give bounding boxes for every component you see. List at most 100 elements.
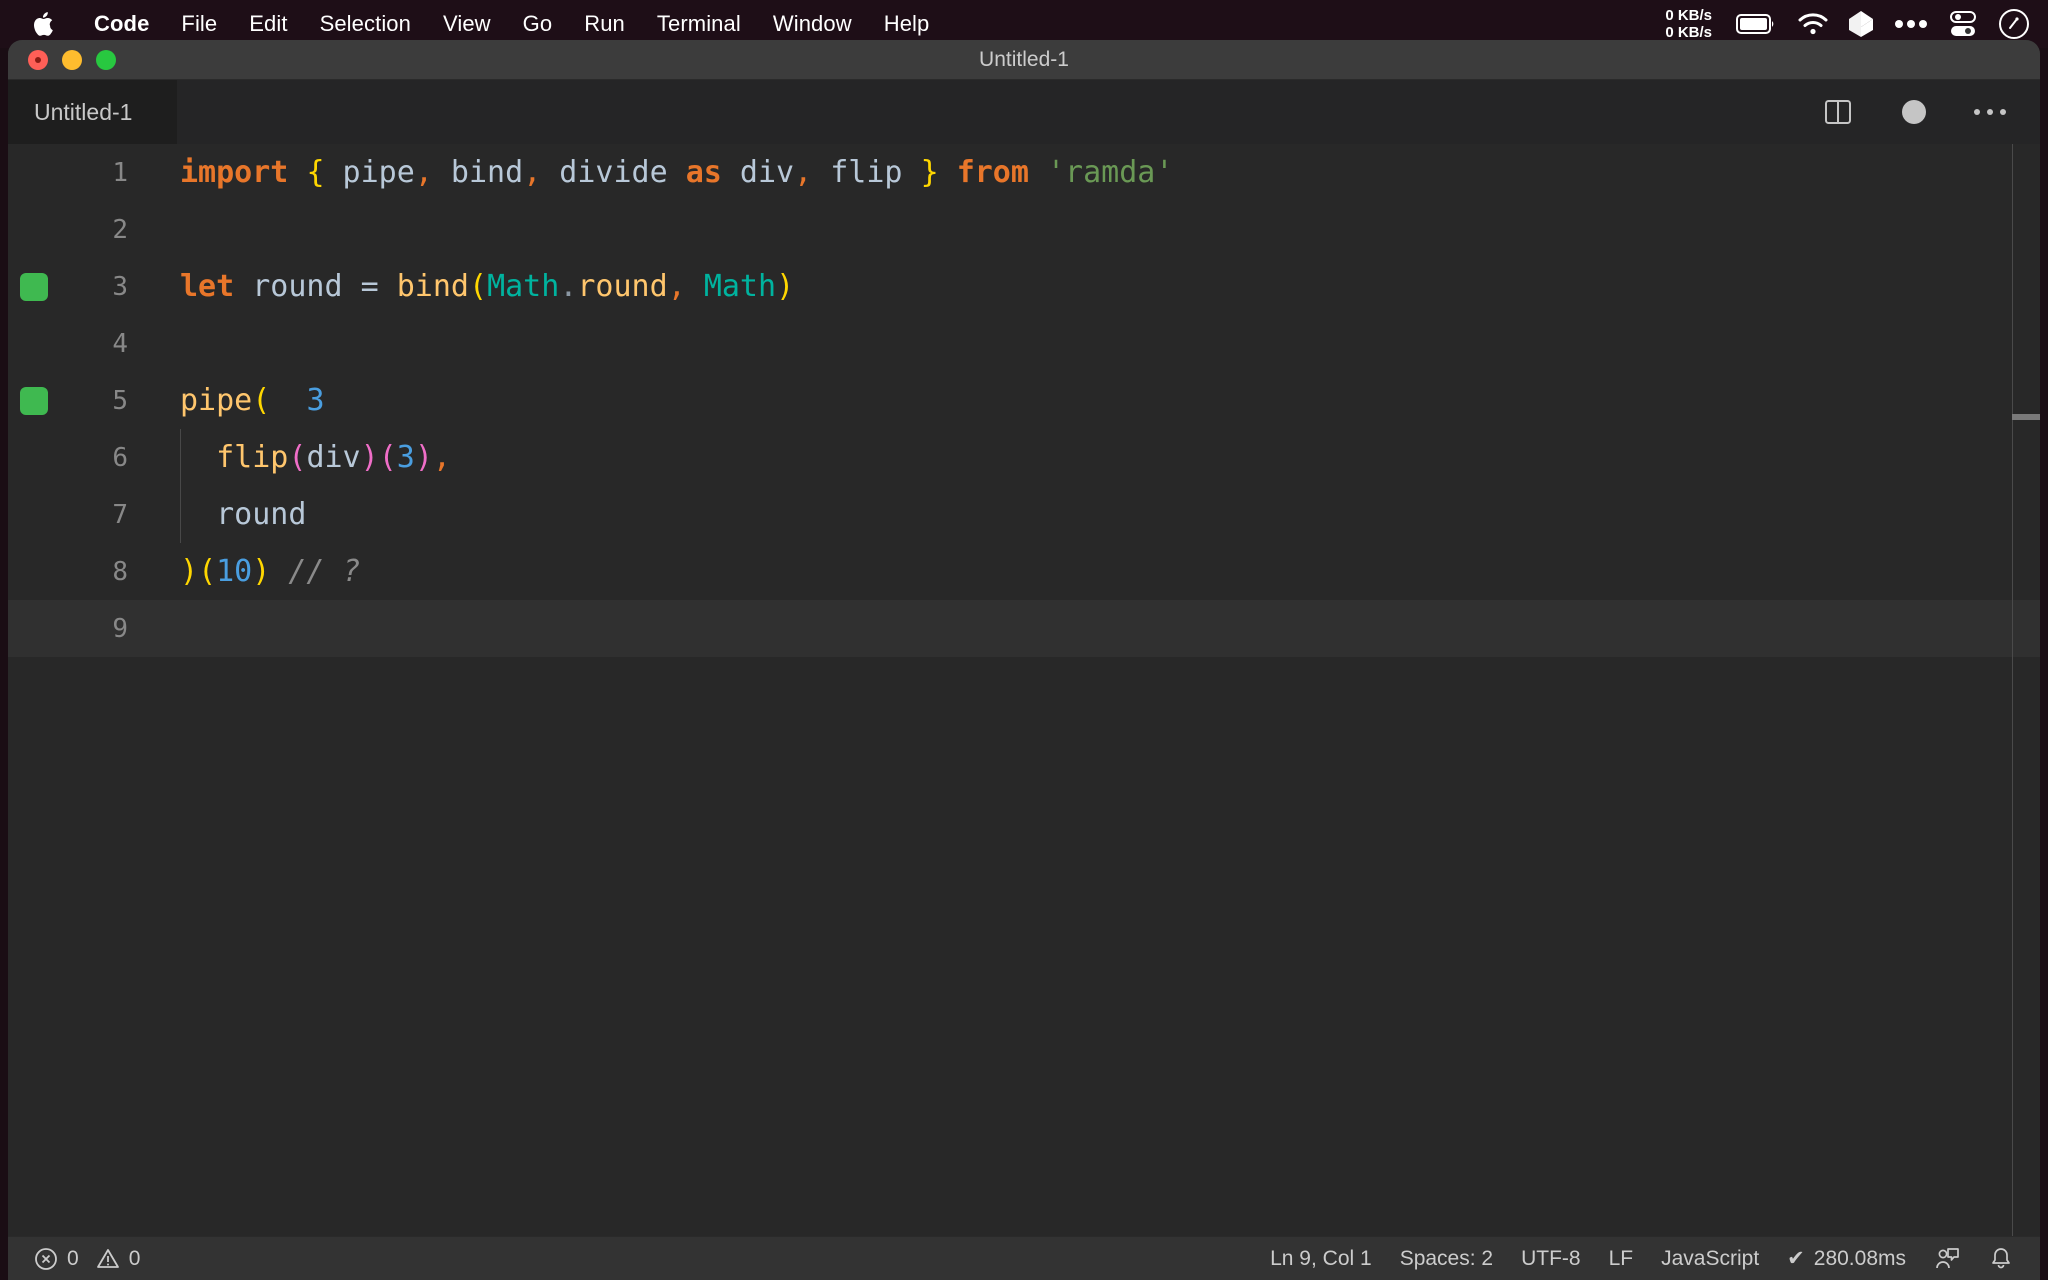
code-token: Math [487,269,560,304]
code-token: 10 [216,554,253,589]
close-button[interactable] [28,49,48,70]
code-token: . [559,269,578,304]
network-down-value: 0 KB/s [1665,24,1712,41]
code-token: // ? [288,554,361,589]
line-content[interactable] [138,315,2040,372]
code-line[interactable]: 8 )(10) // ? [8,543,2040,600]
code-token: ) [180,554,199,589]
line-content[interactable]: let round = bind(Math. round, Math) [138,258,2040,315]
code-token: 3 [396,440,415,475]
code-token: 3 [306,383,325,418]
traffic-lights [28,49,116,70]
status-bar-left: 0 0 [34,1237,154,1280]
language-mode-status[interactable]: JavaScript [1647,1237,1773,1280]
code-token: ) [360,440,379,475]
code-token: 'ramda' [1047,155,1174,190]
indentation-status[interactable]: Spaces: 2 [1386,1237,1507,1280]
line-number: 3 [112,271,128,302]
glyph-margin [8,201,60,258]
code-line[interactable]: 9 [8,600,2040,657]
code-lines-container: 1 import { pipe, bind, divide as div, fli… [8,144,2040,657]
code-token: pipe [180,383,253,418]
quokka-marker-icon [20,272,48,301]
dropbox-icon[interactable] [1848,10,1874,38]
feedback-person-icon[interactable] [1920,1237,1974,1280]
line-number: 5 [112,385,128,416]
quokka-check-icon: ✔ [1787,1247,1805,1270]
problems-status[interactable]: 0 0 [34,1237,154,1280]
line-content[interactable] [138,201,2040,258]
code-token: } [920,155,939,190]
wifi-icon[interactable] [1798,13,1828,35]
window-titlebar: Untitled-1 [8,40,2040,80]
glyph-margin [8,600,60,657]
code-line[interactable]: 3 let round = bind(Math. round, Math) [8,258,2040,315]
code-line[interactable]: 2 [8,201,2040,258]
line-content[interactable]: pipe( 3 [138,372,2040,429]
network-speed-indicator[interactable]: 0 KB/s 0 KB/s [1665,7,1712,41]
cursor-position-status[interactable]: Ln 9, Col 1 [1256,1237,1386,1280]
line-number: 8 [112,556,128,587]
ruler-mark [2012,414,2040,420]
apple-logo-icon[interactable] [30,9,56,39]
control-center-icon[interactable] [1948,10,1978,38]
more-actions-icon[interactable] [1972,94,2008,130]
code-token: { [306,155,325,190]
line-number: 4 [112,328,128,359]
warning-triangle-icon [96,1247,120,1271]
quokka-live-marker[interactable] [8,372,60,429]
line-content[interactable]: import { pipe, bind, divide as div, flip… [138,144,2040,201]
line-content[interactable]: )(10) // ? [138,543,2040,600]
code-token: , [794,155,813,190]
code-token: Math [703,269,777,304]
network-up-value: 0 KB/s [1665,7,1712,24]
code-token: let [180,269,235,304]
line-content[interactable]: flip(div)(3), [138,429,2040,486]
line-number: 9 [112,613,128,644]
line-number: 1 [112,157,128,188]
code-editor[interactable]: 1 import { pipe, bind, divide as div, fli… [8,144,2040,1236]
ellipsis-icon[interactable] [1894,19,1928,29]
code-token: bind [432,155,524,190]
line-content[interactable] [138,600,2040,657]
code-token: ) [414,440,433,475]
code-token: import [180,155,289,190]
code-token: from [956,155,1029,190]
line-ending-status[interactable]: LF [1595,1237,1648,1280]
maximize-button[interactable] [96,49,116,70]
code-token: as [685,155,722,190]
code-token: flip [216,440,289,475]
code-line[interactable]: 7 round [8,486,2040,543]
ruler-separator [2012,144,2013,1236]
code-line[interactable]: 1 import { pipe, bind, divide as div, fli… [8,144,2040,201]
code-token: , [523,155,542,190]
code-line[interactable]: 4 [8,315,2040,372]
encoding-status[interactable]: UTF-8 [1507,1237,1595,1280]
editor-action-bar [1820,80,2018,144]
notifications-bell-icon[interactable] [1974,1237,2018,1280]
editor-overview-ruler[interactable] [2012,144,2040,1236]
code-token: , [432,440,451,475]
siri-icon[interactable] [1998,8,2030,40]
minimize-button[interactable] [62,49,82,70]
glyph-margin [8,429,60,486]
code-line[interactable]: 6 flip(div)(3), [8,429,2040,486]
quokka-status[interactable]: ✔ 280.08ms [1773,1237,1920,1280]
tab-untitled-1[interactable]: Untitled-1 [8,80,178,144]
line-content[interactable]: round [138,486,2040,543]
code-line[interactable]: 5 pipe( 3 [8,372,2040,429]
quokka-time: 280.08ms [1813,1246,1906,1270]
battery-icon[interactable] [1736,12,1778,36]
tab-label: Untitled-1 [34,98,133,125]
split-editor-icon[interactable] [1820,94,1856,130]
unsaved-indicator-icon[interactable] [1896,94,1932,130]
quokka-live-marker[interactable] [8,258,60,315]
code-token: ( [252,383,271,418]
status-bar: 0 0 Ln 9, Col 1 Spaces: 2 UTF-8 LF JavaS… [8,1236,2040,1280]
status-bar-right: Ln 9, Col 1 Spaces: 2 UTF-8 LF JavaScrip… [1256,1237,2018,1280]
